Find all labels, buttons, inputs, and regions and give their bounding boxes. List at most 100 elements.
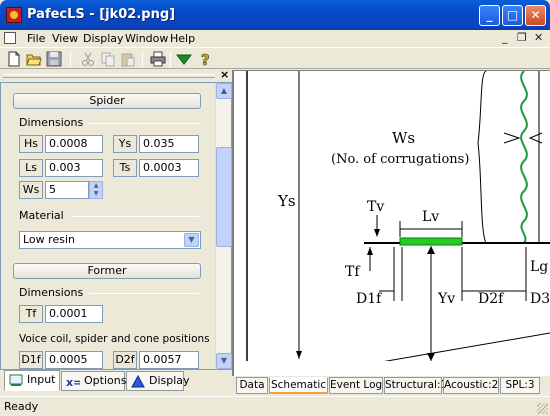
svg-text:x=: x= [66,376,80,388]
tab-display[interactable]: Display [126,371,190,391]
tab-acoustic[interactable]: Acoustic:2 [443,377,499,394]
arrow-head [374,229,380,237]
vertical-scrollbar[interactable]: ▲ ▼ [215,83,232,369]
menu-display[interactable]: Display [83,32,124,45]
material-select-value: Low resin [23,233,75,246]
menu-bar: File View Display Window Help _ ❐ ✕ [0,30,550,47]
tab-input-label: Input [27,373,56,386]
d2f-text: D2f [478,291,505,307]
title-bar: PafecLS - [jk02.png] _ □ ✕ [0,0,550,30]
save-icon[interactable] [46,51,62,67]
hs-input[interactable]: 0.0008 [45,135,103,153]
ws-text: Ws [392,129,415,147]
options-icon: x= [66,376,80,388]
lv-text: Lv [422,209,439,225]
d1f-text: D1f [356,291,383,307]
open-icon[interactable] [26,51,42,67]
scroll-thumb[interactable] [216,147,232,247]
menu-file[interactable]: File [27,32,45,45]
resize-grip[interactable] [537,403,548,414]
tab-structural[interactable]: Structural:1 [384,377,447,394]
former-section-button[interactable]: Former [13,263,201,279]
copy-icon[interactable] [100,51,116,67]
tab-input[interactable]: Input [4,370,60,391]
scroll-down-icon[interactable]: ▼ [216,353,232,369]
ls-input[interactable]: 0.003 [45,159,103,177]
down-arrow-icon[interactable] [176,51,192,67]
display-icon [131,375,145,388]
lg-text: Lg [530,259,548,275]
document-icon[interactable] [4,32,16,44]
print-icon[interactable] [150,51,166,67]
menu-window[interactable]: Window [125,32,168,45]
pane-grip[interactable] [3,74,215,78]
cone-line [351,332,550,368]
tab-spl[interactable]: SPL:3 [500,377,540,394]
scroll-up-icon[interactable]: ▲ [216,83,232,99]
voice-coil [399,237,463,246]
mdi-minimize-button[interactable]: _ [502,31,508,44]
tab-display-label: Display [149,374,190,387]
ys-label: Ys [113,135,137,153]
spider-corrugations [520,71,528,244]
divider [89,123,199,124]
schematic-canvas[interactable]: Ys Ws (No. of corrugations) Lv Tv Tf D1f… [232,70,550,376]
tab-data[interactable]: Data [236,377,268,394]
menu-help[interactable]: Help [170,32,195,45]
minimize-button[interactable]: _ [479,5,500,26]
input-icon [9,374,23,386]
ws-brace [477,71,487,244]
pane-close-button[interactable]: × [220,68,229,81]
arrow-head [503,132,521,144]
ws-input[interactable]: 5 [45,181,89,199]
help-icon[interactable]: ? [197,51,213,67]
hs-label: Hs [19,135,43,153]
tf-text: Tf [345,264,361,280]
d3-text: D3 [530,291,550,307]
tab-schematic[interactable]: Schematic [269,377,328,394]
positions-label: Voice coil, spider and cone positions [19,333,210,345]
svg-text:?: ? [201,51,210,67]
material-label: Material [19,209,64,222]
spider-section-button[interactable]: Spider [13,93,201,109]
chevron-down-icon[interactable]: ▼ [184,233,199,247]
yv-text: Yv [437,291,455,307]
pane-header: × [0,68,232,82]
tab-event-log[interactable]: Event Log [329,377,383,394]
ts-input[interactable]: 0.0003 [139,159,199,177]
arrow-head [367,247,373,255]
mdi-restore-button[interactable]: ❐ [517,31,527,44]
tf-input[interactable]: 0.0001 [45,305,103,323]
window-title: PafecLS - [jk02.png] [27,7,176,22]
d2f-input[interactable]: 0.0057 [139,351,199,369]
dimensions-label: Dimensions [19,116,84,129]
arrow-head [528,132,543,144]
status-text: Ready [4,400,39,413]
new-icon[interactable] [6,51,22,67]
ys-input[interactable]: 0.035 [139,135,199,153]
ts-label: Ts [113,159,137,177]
tf-label: Tf [19,305,43,323]
tv-text: Tv [367,199,384,215]
arrow-head [427,246,435,254]
close-button[interactable]: ✕ [525,5,546,26]
cut-icon[interactable] [80,51,96,67]
maximize-button[interactable]: □ [502,5,523,26]
material-select[interactable]: Low resin ▼ [19,231,201,249]
tab-options-label: Options [84,374,127,387]
d2f-label: D2f [113,351,137,369]
mdi-close-button[interactable]: ✕ [534,31,543,44]
app-icon[interactable] [6,7,22,23]
d1f-input[interactable]: 0.0005 [45,351,103,369]
corrugations-text: (No. of corrugations) [331,152,469,167]
ws-spinner[interactable]: ▲ ▼ [89,181,103,199]
arrow-head [296,351,302,359]
toolbar: ? [0,47,550,69]
menu-view[interactable]: View [52,32,78,45]
schematic-drawing: Ys Ws (No. of corrugations) Lv Tv Tf D1f… [246,71,550,371]
paste-icon[interactable] [120,51,136,67]
status-bar: Ready [0,396,550,416]
divider [89,293,199,294]
divider [71,216,199,217]
tab-options[interactable]: x= Options [61,371,127,391]
